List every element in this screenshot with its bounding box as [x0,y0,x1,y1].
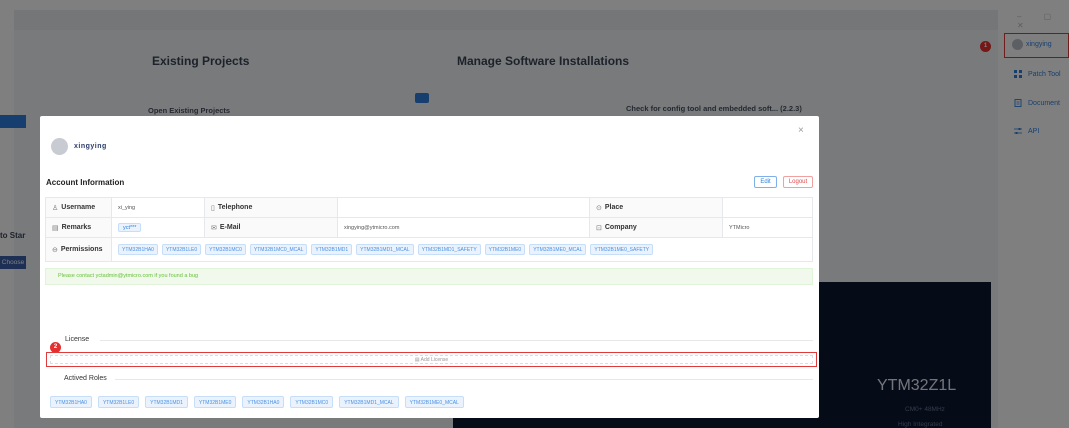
permission-tag: YTM32B1ME0 [484,244,526,255]
telephone-label-text: Telephone [217,204,253,211]
email-value: xingying@ytmicro.com [338,218,590,237]
place-label: ⊙ Place [590,198,723,217]
telephone-label: ▯ Telephone [205,198,338,217]
mail-icon: ✉ [211,224,217,232]
add-license-highlight[interactable]: ▤ Add License [46,352,817,367]
role-tag: YTM32B1HA0 [242,396,285,408]
modal-avatar [51,138,68,155]
permission-tag: YTM32B1MD1_SAFETY [417,244,481,255]
company-label-text: Company [604,224,637,231]
close-icon[interactable]: × [798,125,804,136]
modal-user-name: xingying [74,143,107,150]
remarks-icon: ▤ [52,224,59,232]
role-tag: YTM32B1ME0_MCAL [404,396,464,408]
permission-tag: YTM32B1HA0 [118,244,158,255]
username-label: ♙ Username [46,198,112,217]
account-info-title: Account Information [46,178,125,187]
permissions-label: ⊖ Permissions [46,238,112,261]
company-value: YTMicro [729,224,750,231]
info-row-1: ♙ Username xi_ying ▯ Telephone ⊙ Place [46,198,812,218]
add-license-button[interactable]: ▤ Add License [50,355,813,364]
role-tag: YTM32B1MC0 [290,396,334,408]
user-icon: ♙ [52,204,59,212]
permission-tag: YTM32B1MD1_MCAL [356,244,414,255]
roles-tags: YTM32B1HA0 YTM32B1LE0 YTM32B1MD1 YTM32B1… [50,396,464,408]
username-label-text: Username [61,204,96,211]
permissions-tags: YTM32B1HA0 YTM32B1LE0 YTM32B1MC0 YTM32B1… [112,238,654,261]
logout-button[interactable]: Logout [783,176,813,188]
telephone-value [338,198,590,217]
role-tag: YTM32B1ME0 [193,396,237,408]
username-value: xi_ying [112,198,205,217]
place-value [723,198,812,217]
permission-tag: YTM32B1LE0 [161,244,202,255]
phone-icon: ▯ [211,204,215,212]
remarks-tag: yct*** [118,223,142,232]
remarks-value: yct*** [112,218,205,237]
role-tag: YTM32B1MD1_MCAL [339,396,399,408]
remarks-label-text: Remarks [61,224,92,231]
edit-button[interactable]: Edit [754,176,777,188]
permission-tag: YTM32B1MD1 [311,244,353,255]
bug-report-alert: Please contact yctadmin@ytmicro.com if y… [45,268,813,285]
permissions-label-text: Permissions [60,246,103,253]
account-info-table: ♙ Username xi_ying ▯ Telephone ⊙ Place ▤ Rem… [45,197,813,262]
role-tag: YTM32B1LE0 [97,396,140,408]
permission-tag: YTM32B1MC0_MCAL [249,244,308,255]
remarks-label: ▤ Remarks [46,218,112,237]
email-label-text: E-Mail [219,224,241,231]
place-label-text: Place [604,204,624,211]
actived-roles-label: Actived Roles [64,375,107,382]
info-row-2: ▤ Remarks yct*** ✉ E-Mail xingying@ytmicro… [46,218,812,238]
license-divider [100,340,813,341]
license-section-label: License [65,336,90,343]
company-icon: ⊡ [596,224,602,232]
company-label: ⊡ Company [590,218,723,237]
role-tag: YTM32B1HA0 [50,396,92,408]
email-label: ✉ E-Mail [205,218,338,237]
add-license-label: Add License [420,357,449,363]
location-icon: ⊙ [596,204,602,212]
roles-divider [115,379,813,380]
role-tag: YTM32B1MD1 [145,396,188,408]
permission-tag: YTM32B1MC0 [205,244,246,255]
info-row-3: ⊖ Permissions YTM32B1HA0 YTM32B1LE0 YTM32… [46,238,812,261]
lock-icon: ⊖ [52,246,58,254]
permission-tag: YTM32B1ME0_SAFETY [590,244,654,255]
permission-tag: YTM32B1ME0_MCAL [529,244,587,255]
account-modal: xingying × Account Information Edit Logo… [40,116,819,418]
